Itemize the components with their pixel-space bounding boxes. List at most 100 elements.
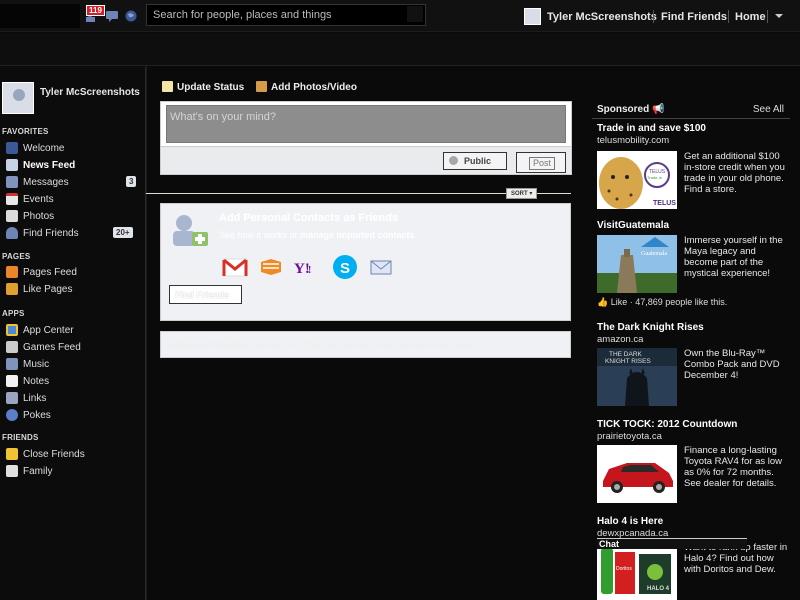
sidebar-item-label: Welcome — [23, 143, 65, 154]
find-friends-label: Find Friends — [175, 290, 229, 300]
pokes-icon — [6, 409, 18, 421]
email-envelope-icon[interactable] — [370, 256, 392, 278]
like-pages-icon — [6, 283, 18, 295]
sidebar-item-pages-feed[interactable]: Pages Feed — [0, 264, 145, 281]
post-button[interactable]: Post — [516, 152, 566, 173]
ad-title[interactable]: VisitGuatemala — [597, 220, 787, 231]
divider — [767, 10, 768, 23]
ad-title[interactable]: The Dark Knight Rises — [597, 322, 787, 333]
add-photos-label: Add Photos/Video — [271, 82, 357, 93]
sidebar-item-links[interactable]: Links — [0, 390, 145, 407]
sidebar-item-label: Pokes — [23, 410, 51, 421]
yahoo-icon[interactable]: Y! ! — [294, 256, 324, 278]
ad-image-cheetah[interactable]: TELUS Trade-In TELUS — [597, 151, 677, 209]
gmail-icon[interactable] — [222, 256, 248, 278]
sidebar-item-music[interactable]: Music — [0, 356, 145, 373]
ad-visit-guatemala[interactable]: VisitGuatemala Guatemala Immerse yoursel… — [597, 220, 787, 307]
chat-bar[interactable]: Chat — [597, 538, 747, 549]
windows-live-icon[interactable] — [259, 256, 283, 278]
sidebar-item-notes[interactable]: Notes — [0, 373, 145, 390]
add-contacts-title: Add Personal Contacts as Friends — [219, 212, 399, 224]
sidebar-item-pokes[interactable]: Pokes — [0, 407, 145, 424]
update-status-tab[interactable]: Update Status — [162, 81, 244, 93]
photos-icon — [6, 210, 18, 222]
sidebar-item-news-feed[interactable]: News Feed — [0, 157, 145, 174]
facebook-icon — [6, 142, 18, 154]
sidebar-item-games-feed[interactable]: Games Feed — [0, 339, 145, 356]
ad-dark-knight-rises[interactable]: The Dark Knight Rises amazon.ca THE DARK… — [597, 322, 787, 406]
sidebar-item-label: Close Friends — [23, 449, 85, 460]
add-photos-tab[interactable]: Add Photos/Video — [256, 81, 357, 93]
ad-image-car[interactable] — [597, 445, 677, 503]
avatar[interactable] — [2, 82, 34, 114]
apps-heading: APPS — [2, 309, 25, 318]
sidebar-item-app-center[interactable]: App Center — [0, 322, 145, 339]
camera-icon — [256, 81, 267, 92]
links-icon — [6, 392, 18, 404]
pages-feed-icon — [6, 266, 18, 278]
see-all-link[interactable]: See All — [753, 104, 784, 115]
header-avatar[interactable] — [524, 8, 541, 25]
sponsored-heading: Sponsored 📢 — [597, 104, 664, 115]
sidebar-item-events[interactable]: Events — [0, 191, 145, 208]
sidebar-item-label: Find Friends — [23, 228, 79, 239]
sidebar-item-welcome[interactable]: Welcome — [0, 140, 145, 157]
chat-label: Chat — [599, 539, 619, 549]
ad-title[interactable]: Trade in and save $100 — [597, 123, 787, 134]
svg-text:Guatemala: Guatemala — [641, 251, 667, 257]
sponsored-label: Sponsored — [597, 104, 650, 115]
status-textarea[interactable]: What's on your mind? — [166, 105, 566, 143]
update-status-label: Update Status — [177, 82, 245, 93]
sort-button[interactable]: SORT ▾ — [506, 188, 538, 199]
notifications-globe-icon[interactable] — [125, 10, 139, 22]
ad-body: Get an additional $100 in-store credit w… — [684, 151, 785, 195]
post-label: Post — [529, 157, 555, 170]
top-bar: 119 Search for people, places and things… — [0, 0, 800, 32]
ad-toyota[interactable]: TICK TOCK: 2012 Countdown prairietoyota.… — [597, 419, 787, 503]
ad-domain: amazon.ca — [597, 334, 644, 345]
sidebar-item-messages[interactable]: Messages 3 — [0, 174, 145, 191]
games-icon — [6, 341, 18, 353]
privacy-selector-button[interactable]: Public — [443, 152, 507, 170]
add-friends-prompt: Add your friends to see more of their ph… — [160, 331, 571, 358]
notification-badge: 119 — [86, 5, 105, 16]
find-friends-button[interactable]: Find Friends — [169, 285, 242, 304]
ad-image-dew-doritos[interactable]: Doritos HALO 4 — [597, 542, 677, 600]
ad-like-count[interactable]: 👍 Like · 47,869 people like this. — [597, 297, 727, 308]
add-your-friends-link[interactable]: Add your friends — [170, 340, 242, 350]
notes-icon — [6, 375, 18, 387]
sidebar-item-family[interactable]: Family — [0, 463, 145, 480]
header-band — [0, 33, 800, 66]
sidebar-item-close-friends[interactable]: Close Friends — [0, 446, 145, 463]
find-friends-link[interactable]: Find Friends — [661, 11, 727, 23]
manage-contacts-link[interactable]: manage imported contacts — [300, 230, 415, 240]
svg-text:Trade-In: Trade-In — [647, 175, 662, 180]
subtitle-text: See how it works or — [219, 230, 301, 240]
ad-halo-4[interactable]: Halo 4 is Here dewxpcanada.ca Doritos HA… — [597, 516, 787, 600]
ad-telus[interactable]: Trade in and save $100 telusmobility.com… — [597, 123, 787, 209]
ad-title[interactable]: TICK TOCK: 2012 Countdown — [597, 419, 787, 430]
ad-domain: telusmobility.com — [597, 135, 670, 146]
profile-name-link[interactable]: Tyler McScreenshots — [40, 87, 140, 99]
left-sidebar: Tyler McScreenshots FAVORITES Welcome Ne… — [0, 67, 146, 600]
ad-title[interactable]: Halo 4 is Here — [597, 516, 787, 527]
sidebar-item-photos[interactable]: Photos — [0, 208, 145, 225]
sidebar-item-label: Notes — [23, 376, 50, 387]
search-input[interactable]: Search for people, places and things — [146, 4, 426, 26]
skype-icon[interactable]: S — [331, 254, 359, 280]
sidebar-item-label: News Feed — [23, 160, 76, 171]
divider — [728, 10, 729, 23]
ad-body: Immerse yourself in the Maya legacy and … — [684, 235, 783, 279]
facebook-logo[interactable] — [0, 4, 80, 28]
ad-image-temple[interactable]: Guatemala — [597, 235, 677, 293]
header-profile-link[interactable]: Tyler McScreenshots — [547, 11, 657, 23]
home-link[interactable]: Home — [735, 11, 766, 23]
messages-icon[interactable] — [106, 10, 120, 22]
ad-image-batman[interactable]: THE DARK KNIGHT RISES — [597, 348, 677, 406]
sidebar-item-find-friends[interactable]: Find Friends 20+ — [0, 225, 145, 242]
account-menu-chevron-down-icon[interactable] — [775, 14, 783, 18]
search-icon[interactable] — [407, 6, 423, 22]
news-feed-icon — [6, 159, 18, 171]
pencil-icon — [162, 81, 173, 92]
sidebar-item-like-pages[interactable]: Like Pages — [0, 281, 145, 298]
